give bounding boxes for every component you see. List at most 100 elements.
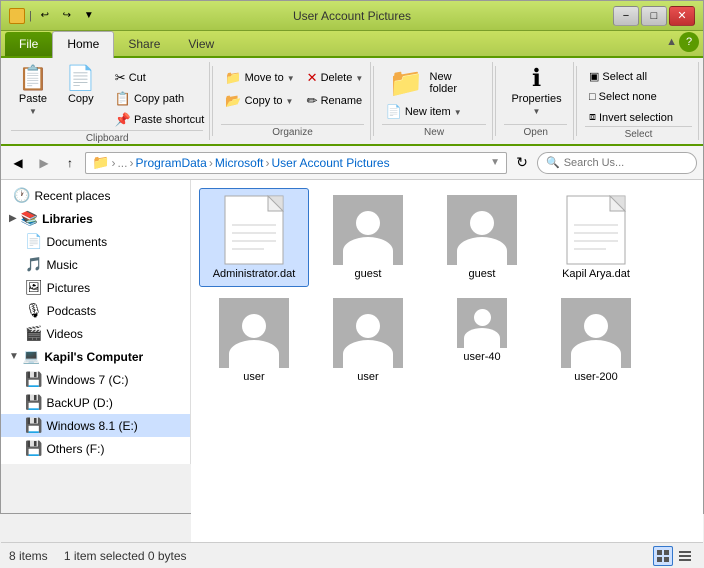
invert-icon: ⧈ [589,111,596,124]
back-button[interactable]: ◀ [7,152,29,174]
expand-computer-icon: ▼ [9,351,19,362]
file-name-user1: user [243,371,264,383]
select-all-button[interactable]: ▣ Select all [585,68,677,85]
sidebar-item-podcasts[interactable]: 🎙 Podcasts [1,299,190,322]
title-bar: | ↩ ↪ ▼ User Account Pictures − □ ✕ [1,1,703,31]
open-group: ℹ Properties ▼ Open [498,62,574,140]
divider-2 [373,66,374,136]
new-folder-button[interactable]: 📁 New folder [382,66,487,100]
copy-button[interactable]: 📄 Copy [59,64,103,108]
search-box[interactable]: 🔍 [537,152,697,174]
view-list-button[interactable] [675,546,695,566]
folder-icon: 📁 [92,154,109,171]
sidebar-item-computer[interactable]: ▼ 💻 Kapil's Computer [1,345,190,368]
new-group: 📁 New folder 📄 New item ▼ New [376,62,494,140]
sidebar-item-c[interactable]: 💾 Windows 7 (C:) [1,368,190,391]
path-programdata[interactable]: ProgramData [135,156,206,170]
invert-selection-button[interactable]: ⧈ Invert selection [585,109,677,126]
file-item-user2[interactable]: user [313,291,423,390]
avatar-user200-icon [561,298,631,368]
file-name-administrator: Administrator.dat [213,268,296,280]
maximize-button[interactable]: □ [641,6,667,26]
sidebar-item-d[interactable]: 💾 BackUP (D:) [1,391,190,414]
avatar-guest1-icon [333,195,403,265]
qa-redo[interactable]: ↪ [58,7,76,25]
file-item-user1[interactable]: user [199,291,309,390]
libraries-icon: 📚 [21,210,38,227]
move-to-icon: 📁 [225,70,241,86]
sidebar-item-videos[interactable]: 🎬 Videos [1,322,190,345]
file-doc-icon [224,195,284,265]
select-group: ▣ Select all □ Select none ⧈ Invert sele… [579,62,699,140]
tab-file[interactable]: File [5,32,52,56]
cut-button[interactable]: ✂ Cut [111,68,209,88]
sidebar-item-e[interactable]: 💾 Windows 8.1 (E:) [1,414,190,437]
forward-button[interactable]: ▶ [33,152,55,174]
podcasts-icon: 🎙 [25,302,43,319]
properties-button[interactable]: ℹ Properties ▼ [504,64,568,119]
file-name-guest1: guest [355,268,382,280]
copy-path-button[interactable]: 📋 Copy path [111,89,209,109]
refresh-button[interactable]: ↻ [511,152,533,174]
view-grid-button[interactable] [653,546,673,566]
ribbon: 📋 Paste ▼ 📄 Copy ✂ Cut 📋 Copy path [1,58,703,146]
sidebar-item-pictures[interactable]: 🖼 Pictures [1,276,190,299]
avatar-user40-icon [457,298,507,348]
copy-to-button[interactable]: 📂 Copy to ▼ [221,91,298,111]
minimize-button[interactable]: − [613,6,639,26]
qa-undo[interactable]: ↩ [36,7,54,25]
clipboard-group: 📋 Paste ▼ 📄 Copy ✂ Cut 📋 Copy path [5,62,210,140]
paste-shortcut-button[interactable]: 📌 Paste shortcut [111,110,209,130]
file-item-guest2[interactable]: guest [427,188,537,287]
sidebar-item-music[interactable]: 🎵 Music [1,253,190,276]
file-item-guest1[interactable]: guest [313,188,423,287]
path-current[interactable]: User Account Pictures [272,156,390,170]
pictures-icon: 🖼 [25,279,43,296]
path-microsoft[interactable]: Microsoft [215,156,264,170]
up-button[interactable]: ↑ [59,152,81,174]
rename-button[interactable]: ✏ Rename [303,91,368,111]
file-name-guest2: guest [469,268,496,280]
file-item-user40[interactable]: user-40 [427,291,537,390]
drive-c-icon: 💾 [25,371,42,388]
file-item-user200[interactable]: user-200 [541,291,651,390]
paste-button[interactable]: 📋 Paste ▼ [11,64,55,119]
select-none-button[interactable]: □ Select none [585,89,677,105]
window-controls: − □ ✕ [613,6,695,26]
new-item-button[interactable]: 📄 New item ▼ [382,102,466,122]
delete-button[interactable]: ✕ Delete ▼ [303,68,368,88]
sidebar-item-f[interactable]: 💾 Others (F:) [1,437,190,460]
file-item-administrator[interactable]: Administrator.dat [199,188,309,287]
videos-icon: 🎬 [25,325,42,342]
file-name-user2: user [357,371,378,383]
search-input[interactable] [564,157,704,169]
select-none-icon: □ [589,91,596,103]
file-area: Administrator.dat guest guest [191,180,703,542]
drive-f-icon: 💾 [25,440,42,457]
tab-home[interactable]: Home [52,31,114,58]
avatar-guest2-icon [447,195,517,265]
move-to-button[interactable]: 📁 Move to ▼ [221,68,298,88]
tab-view[interactable]: View [174,32,228,56]
sidebar: 🕐 Recent places ▶ 📚 Libraries 📄 Document… [1,180,191,542]
file-name-user200: user-200 [574,371,617,383]
sidebar-item-documents[interactable]: 📄 Documents [1,230,190,253]
copy-to-icon: 📂 [225,93,241,109]
address-path[interactable]: 📁 › ... › ProgramData › Microsoft › User… [85,152,507,174]
close-button[interactable]: ✕ [669,6,695,26]
expand-icon: ▶ [9,213,17,224]
cut-icon: ✂ [115,70,126,86]
sidebar-item-recent[interactable]: 🕐 Recent places [1,184,190,207]
copy-icon: 📄 [66,67,96,91]
rename-icon: ✏ [307,93,318,109]
avatar-user1-icon [219,298,289,368]
sidebar-item-libraries[interactable]: ▶ 📚 Libraries [1,207,190,230]
help-button[interactable]: ? [679,32,699,52]
tab-share[interactable]: Share [114,32,174,56]
drive-d-icon: 💾 [25,394,42,411]
main-area: 🕐 Recent places ▶ 📚 Libraries 📄 Document… [1,180,703,542]
ribbon-collapse-btn[interactable]: ▲ [666,36,677,48]
view-controls [653,546,695,566]
qa-dropdown[interactable]: ▼ [80,7,98,25]
file-item-kapilarya[interactable]: Kapil Arya.dat [541,188,651,287]
